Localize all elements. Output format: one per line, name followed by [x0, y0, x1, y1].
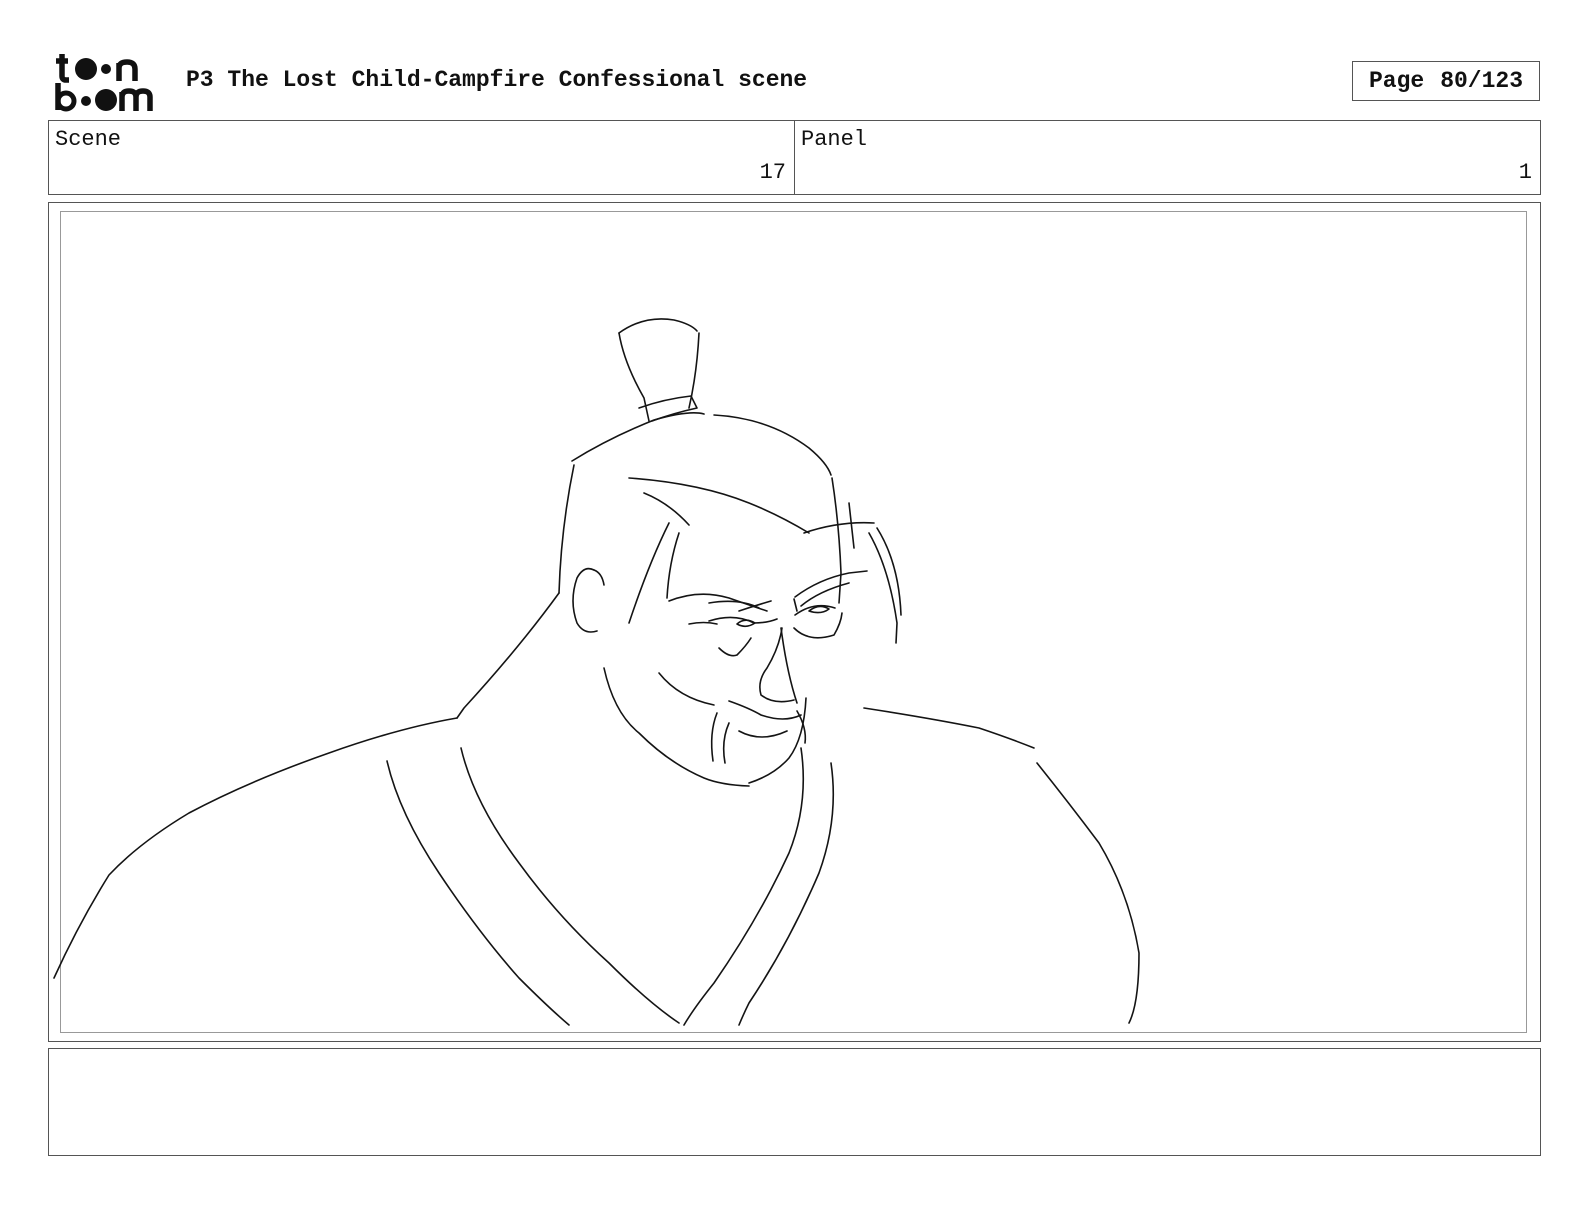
nose — [759, 627, 795, 703]
panel-cell: Panel 1 — [794, 121, 1540, 194]
page-indicator: Page 80/123 — [1352, 61, 1540, 101]
cheek-fold — [658, 672, 715, 706]
scene-number: 17 — [759, 160, 786, 185]
logo-letter-m — [119, 88, 153, 111]
panel-label: Panel — [801, 127, 868, 152]
panel-number: 1 — [1518, 160, 1532, 185]
logo-dot — [75, 58, 97, 80]
right-shoulder — [863, 707, 1035, 749]
page-number: 80/123 — [1440, 68, 1524, 94]
logo-dot — [101, 64, 111, 74]
scene-cell: Scene 17 — [49, 121, 794, 194]
page-label: Page — [1368, 68, 1425, 94]
ear — [572, 567, 598, 633]
toon-boom-logo — [55, 54, 153, 112]
logo-letter-t — [56, 54, 69, 83]
robe-collar-right — [683, 747, 805, 1026]
head-outline — [571, 412, 705, 462]
hairline — [628, 477, 810, 534]
mustache — [728, 700, 802, 720]
scene-panel-row: Scene 17 Panel 1 — [48, 120, 1541, 195]
storyboard-panel-frame — [48, 202, 1541, 1042]
character-sketch — [53, 318, 1140, 1026]
logo-letter-n — [116, 59, 138, 81]
panel-notes-box — [48, 1048, 1541, 1156]
left-shoulder — [456, 592, 560, 719]
robe-collar-left — [460, 747, 680, 1024]
scene-label: Scene — [55, 127, 122, 152]
document-title: P3 The Lost Child-Campfire Confessional … — [186, 67, 808, 93]
logo-dot — [81, 96, 91, 106]
logo-dot — [95, 89, 117, 111]
right-brow — [794, 570, 868, 598]
topknot — [618, 318, 698, 334]
